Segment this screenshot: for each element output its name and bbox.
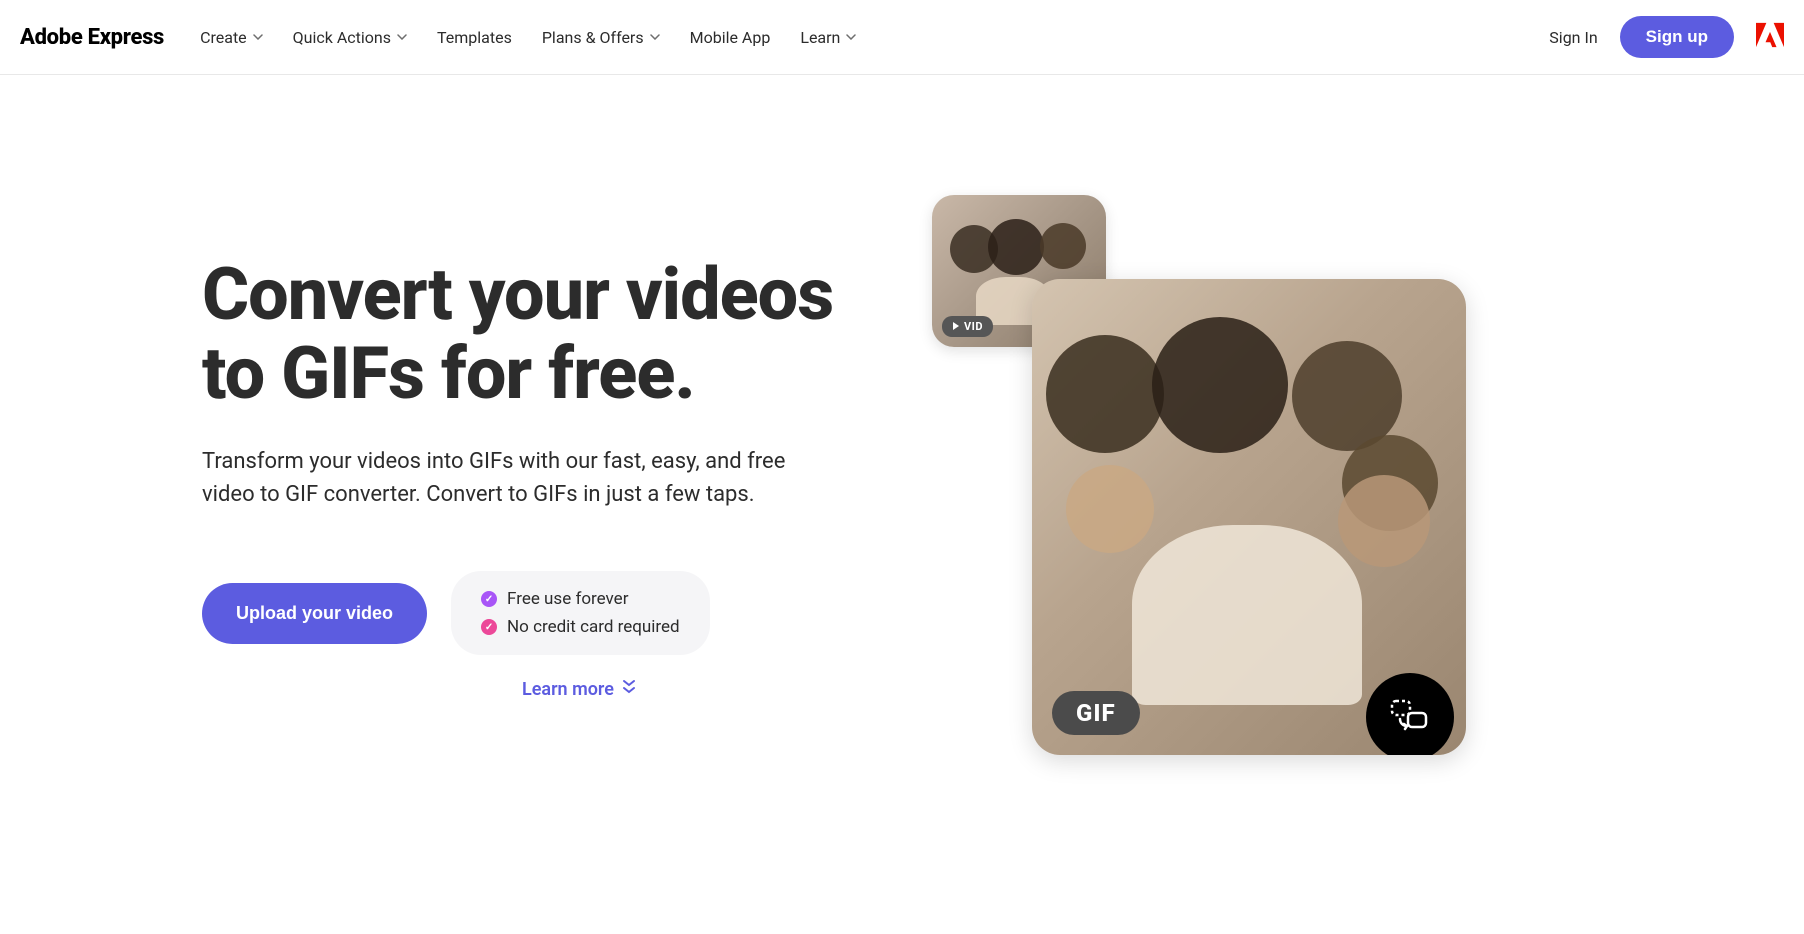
vid-badge-text: VID <box>964 320 983 333</box>
nav-templates[interactable]: Templates <box>437 28 512 47</box>
chevron-down-icon <box>650 34 660 40</box>
chevron-down-icon <box>397 34 407 40</box>
learn-more-link[interactable]: Learn more <box>522 679 872 700</box>
hero-left: Convert your videos to GIFs for free. Tr… <box>202 195 872 755</box>
cta-row: Upload your video ✓ Free use forever ✓ N… <box>202 571 872 655</box>
chevron-down-icon <box>846 34 856 40</box>
nav-learn[interactable]: Learn <box>800 28 856 47</box>
hero-title: Convert your videos to GIFs for free. <box>202 255 872 413</box>
benefit-text: No credit card required <box>507 617 680 637</box>
double-chevron-down-icon <box>622 679 636 700</box>
benefit-item: ✓ No credit card required <box>481 617 680 637</box>
gif-badge-text: GIF <box>1076 699 1116 727</box>
nav-label: Create <box>200 28 247 47</box>
benefits-box: ✓ Free use forever ✓ No credit card requ… <box>451 571 710 655</box>
benefit-item: ✓ Free use forever <box>481 589 680 609</box>
sign-up-button[interactable]: Sign up <box>1620 16 1734 58</box>
play-icon <box>952 320 960 333</box>
convert-icon <box>1388 697 1432 737</box>
gif-badge: GIF <box>1052 691 1140 735</box>
learn-more-label: Learn more <box>522 679 614 700</box>
nav-label: Plans & Offers <box>542 28 644 47</box>
hero-subtitle: Transform your videos into GIFs with our… <box>202 445 842 511</box>
nav-quick-actions[interactable]: Quick Actions <box>293 28 407 47</box>
top-navbar: Adobe Express Create Quick Actions Templ… <box>0 0 1804 75</box>
nav-right: Sign In Sign up <box>1549 16 1784 58</box>
hero-section: Convert your videos to GIFs for free. Tr… <box>142 75 1662 755</box>
check-icon: ✓ <box>481 591 497 607</box>
convert-action-circle[interactable] <box>1366 673 1454 755</box>
nav-mobile-app[interactable]: Mobile App <box>690 28 771 47</box>
adobe-logo-icon[interactable] <box>1756 22 1784 52</box>
brand-logo[interactable]: Adobe Express <box>20 25 164 50</box>
gif-thumbnail-large: GIF <box>1032 279 1466 755</box>
vid-badge: VID <box>942 316 993 337</box>
nav-label: Quick Actions <box>293 28 391 47</box>
nav-items: Create Quick Actions Templates Plans & O… <box>200 28 1513 47</box>
nav-label: Learn <box>800 28 840 47</box>
nav-plans-offers[interactable]: Plans & Offers <box>542 28 660 47</box>
sign-in-link[interactable]: Sign In <box>1549 28 1597 47</box>
benefit-text: Free use forever <box>507 589 628 609</box>
upload-video-button[interactable]: Upload your video <box>202 583 427 644</box>
chevron-down-icon <box>253 34 263 40</box>
hero-illustration: VID GIF <box>932 195 1602 755</box>
nav-create[interactable]: Create <box>200 28 263 47</box>
nav-label: Templates <box>437 28 512 47</box>
check-icon: ✓ <box>481 619 497 635</box>
nav-label: Mobile App <box>690 28 771 47</box>
